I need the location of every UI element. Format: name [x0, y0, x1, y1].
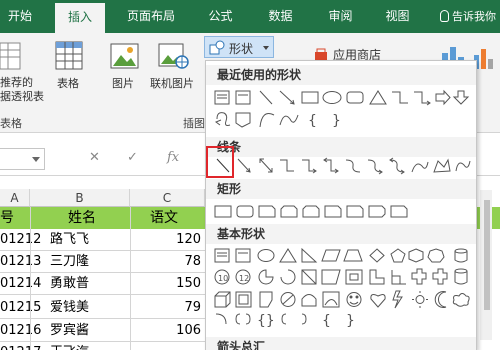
section-recent-shapes: 最近使用的形状 [206, 65, 476, 85]
header-cell-chinese[interactable]: 语文 [150, 207, 178, 229]
svg-text:{}: {} [257, 313, 275, 329]
column-header-b[interactable]: B [30, 189, 130, 207]
line-shape-selected[interactable] [206, 146, 234, 178]
table-icon[interactable] [55, 41, 83, 71]
scrollbar-thumb[interactable] [484, 200, 490, 310]
cancel-icon[interactable]: ✕ [89, 150, 100, 165]
shapes-icon [209, 40, 225, 55]
svg-text:{: { [322, 313, 331, 329]
column-header-a[interactable]: A [0, 189, 30, 207]
tab-view[interactable]: 视图 [375, 0, 420, 33]
group-label-tables: 表格 [0, 117, 22, 130]
tell-me-box[interactable]: 告诉我你 [440, 0, 496, 33]
column-header-c[interactable]: C [130, 189, 205, 207]
rectangle-shapes-grid [214, 205, 408, 218]
picture-button[interactable]: 图片 [112, 77, 134, 91]
group-label-illustrations: 插图 [183, 117, 205, 130]
header-cell-id[interactable]: 号 [0, 207, 14, 229]
formula-buttons: ✕ ✓ fx [75, 148, 215, 170]
shapes-button[interactable]: 形状 [204, 36, 274, 58]
online-picture-icon[interactable] [158, 41, 190, 71]
section-lines: 线条 [206, 137, 476, 157]
online-picture-button[interactable]: 联机图片 [150, 77, 194, 91]
svg-text:}: } [332, 113, 341, 129]
section-rectangles: 矩形 [206, 179, 476, 199]
name-box[interactable] [0, 148, 45, 170]
line-shapes-grid [216, 157, 471, 175]
chevron-down-icon [263, 46, 269, 50]
svg-text:10: 10 [218, 274, 228, 283]
tab-insert[interactable]: 插入 [55, 3, 105, 33]
svg-text:}: } [346, 313, 355, 329]
tab-page-layout[interactable]: 页面布局 [115, 0, 187, 33]
basic-shapes-grid: 10 12 {} {} [214, 247, 470, 329]
header-cell-name[interactable]: 姓名 [68, 207, 96, 229]
section-basic-shapes: 基本形状 [206, 224, 476, 244]
picture-icon[interactable] [110, 41, 140, 71]
pivot-table-icon[interactable] [0, 41, 22, 73]
enter-icon[interactable]: ✓ [127, 150, 138, 165]
table-button[interactable]: 表格 [57, 77, 79, 91]
tab-review[interactable]: 审阅 [318, 0, 363, 33]
fx-icon[interactable]: fx [167, 150, 179, 165]
tab-data[interactable]: 数据 [258, 0, 303, 33]
tab-formulas[interactable]: 公式 [198, 0, 243, 33]
recommended-pivot-button[interactable]: 推荐的 据透视表 [0, 76, 48, 104]
section-arrows: 箭头总汇 [206, 337, 476, 350]
tab-home[interactable]: 开始 [0, 0, 40, 33]
svg-text:12: 12 [239, 274, 249, 283]
chevron-down-icon [32, 157, 40, 162]
grid-line [30, 207, 31, 350]
grid-line [130, 207, 131, 350]
lightbulb-icon [440, 10, 449, 22]
ribbon-tab-bar: 开始 插入 页面布局 公式 数据 审阅 视图 告诉我你 [0, 0, 500, 33]
shapes-dropdown: 最近使用的形状 { } 线条 矩形 基本形状 10 12 {} {} 箭头总汇 [205, 60, 477, 350]
recent-shapes-grid: { } [214, 89, 470, 129]
svg-text:{: { [308, 113, 317, 129]
